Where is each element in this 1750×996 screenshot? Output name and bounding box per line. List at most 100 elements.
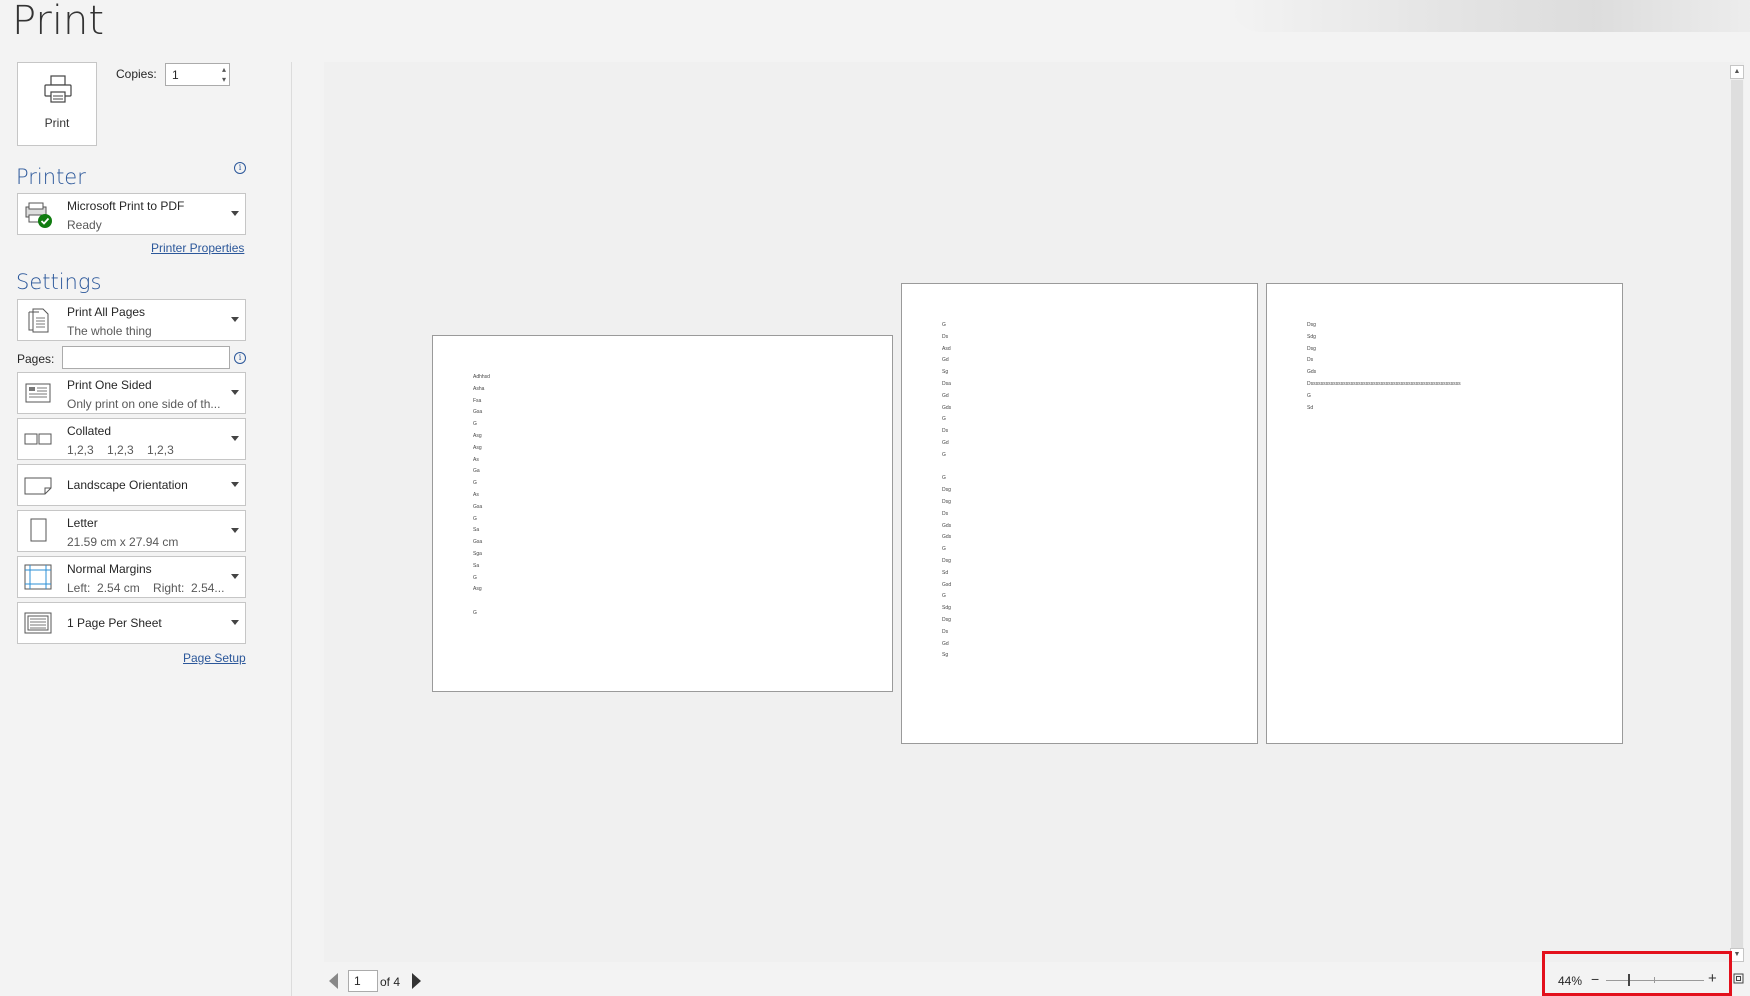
preview-text-line: As xyxy=(473,492,479,498)
page-count-label: of 4 xyxy=(380,975,401,989)
preview-text-line: G xyxy=(942,416,946,423)
preview-text-line: Dsg xyxy=(942,558,951,564)
collation-sub: 1,2,3 1,2,3 1,2,3 xyxy=(67,443,174,457)
preview-text-line: Gds xyxy=(1307,369,1317,376)
preview-text-line: G xyxy=(473,574,477,581)
preview-text-line: Gsa xyxy=(473,539,483,546)
printer-heading: Printer xyxy=(16,165,86,189)
preview-text-line: Ds xyxy=(1307,357,1314,364)
sides-label: Print One Sided xyxy=(67,378,152,392)
preview-text-line: Ashа xyxy=(473,385,485,392)
preview-text-line: As xyxy=(473,456,479,463)
chevron-down-icon xyxy=(231,574,239,579)
chevron-down-icon xyxy=(231,317,239,322)
chevron-down-icon xyxy=(231,620,239,625)
preview-text-line: Ds xyxy=(942,628,949,635)
pages-input[interactable] xyxy=(62,346,230,369)
preview-text-line: Gd xyxy=(942,392,949,399)
preview-text-line: Dsssssssssssssssssssssssssssssssssssssss… xyxy=(1307,381,1461,387)
print-pages-dropdown[interactable]: Print All Pages The whole thing xyxy=(17,299,246,341)
margins-icon xyxy=(24,564,52,590)
landscape-icon xyxy=(24,477,52,495)
copies-label: Copies: xyxy=(116,67,157,81)
print-button[interactable]: Print xyxy=(17,62,97,146)
preview-text-line: Sa xyxy=(473,562,480,569)
collation-dropdown[interactable]: Collated 1,2,3 1,2,3 1,2,3 xyxy=(17,418,246,460)
print-button-label: Print xyxy=(44,116,70,130)
zoom-in-button[interactable]: + xyxy=(1708,970,1717,987)
preview-text-line: G xyxy=(473,610,477,616)
decrement-icon[interactable]: ▾ xyxy=(222,76,226,84)
copies-stepper[interactable]: 1 ▴ ▾ xyxy=(165,63,230,86)
preview-text-line: Dsg xyxy=(1307,322,1316,328)
preview-text-line: Gsa xyxy=(473,503,483,510)
scroll-down-icon[interactable]: ▼ xyxy=(1730,948,1744,962)
margins-dropdown[interactable]: Normal Margins Left: 2.54 cm Right: 2.54… xyxy=(17,556,246,598)
chevron-down-icon xyxy=(231,390,239,395)
preview-text-line: G xyxy=(942,593,946,600)
preview-text-line: G xyxy=(473,515,477,522)
previous-page-icon[interactable] xyxy=(329,973,338,989)
zoom-to-page-icon[interactable] xyxy=(1733,973,1744,984)
printer-status: Ready xyxy=(67,218,102,232)
preview-text-line: Fsa xyxy=(473,397,482,404)
orientation-label: Landscape Orientation xyxy=(67,478,188,492)
preview-text-line: Asg xyxy=(473,586,482,593)
preview-text-line: G xyxy=(942,546,946,553)
preview-text-line: Sdg xyxy=(942,605,951,612)
orientation-dropdown[interactable]: Landscape Orientation xyxy=(17,464,246,506)
printer-dropdown[interactable]: Microsoft Print to PDF Ready xyxy=(17,193,246,235)
printer-properties-link[interactable]: Printer Properties xyxy=(151,241,244,255)
preview-text-line: Sdg xyxy=(1307,333,1316,340)
preview-text-line: Ga xyxy=(473,468,480,475)
preview-text-line: Asd xyxy=(942,345,951,352)
scroll-thumb[interactable] xyxy=(1731,80,1743,954)
pages-icon xyxy=(28,308,49,333)
scroll-up-icon[interactable]: ▲ xyxy=(1730,65,1744,79)
increment-icon[interactable]: ▴ xyxy=(222,66,226,74)
current-page-input[interactable]: 1 xyxy=(348,970,378,992)
printer-info-icon[interactable]: i xyxy=(234,162,246,174)
preview-text-line: Sd xyxy=(1307,404,1314,411)
panel-divider xyxy=(291,62,292,996)
preview-page-3: Dsg Sdg Dsg Ds Gds Dsssssssssssssssssssssssss… xyxy=(1266,283,1623,744)
preview-scrollbar[interactable]: ▲ ▼ xyxy=(1730,62,1744,962)
next-page-icon[interactable] xyxy=(412,973,421,989)
settings-heading: Settings xyxy=(16,270,102,294)
pages-per-sheet-label: 1 Page Per Sheet xyxy=(67,616,162,630)
pages-per-sheet-icon xyxy=(24,612,52,634)
preview-text-line: Dsg xyxy=(942,499,951,505)
zoom-percent[interactable]: 44% xyxy=(1558,974,1582,988)
pages-label: Pages: xyxy=(17,352,55,366)
preview-text-line: Dsg xyxy=(1307,345,1316,352)
preview-text-line: Dsa xyxy=(942,381,951,387)
preview-text-line: G xyxy=(942,322,946,328)
zoom-slider-thumb[interactable] xyxy=(1628,974,1630,986)
zoom-slider-track[interactable] xyxy=(1606,980,1704,981)
chevron-down-icon xyxy=(231,528,239,533)
preview-text-line: Asg xyxy=(473,433,482,439)
paper-size-dropdown[interactable]: Letter 21.59 cm x 27.94 cm xyxy=(17,510,246,552)
pages-info-icon[interactable]: i xyxy=(234,352,246,364)
margins-sub: Left: 2.54 cm Right: 2.54... xyxy=(67,581,225,595)
print-pages-sub: The whole thing xyxy=(67,324,152,338)
preview-text-line: Gsd xyxy=(942,581,952,588)
paper-size-sub: 21.59 cm x 27.94 cm xyxy=(67,535,179,549)
preview-text-line: Ds xyxy=(942,333,949,340)
chevron-down-icon xyxy=(231,436,239,441)
preview-text-line: Sd xyxy=(942,569,949,576)
preview-text-line: Gd xyxy=(942,440,949,446)
preview-text-line: G xyxy=(473,421,477,428)
preview-text-line: Gds xyxy=(942,522,952,529)
preview-text-line: Gd xyxy=(942,640,949,647)
printer-name: Microsoft Print to PDF xyxy=(67,199,185,213)
preview-text-line: Dsg xyxy=(942,617,951,623)
sides-dropdown[interactable]: Print One Sided Only print on one side o… xyxy=(17,372,246,414)
margins-label: Normal Margins xyxy=(67,562,152,576)
preview-text-line: G xyxy=(942,451,946,458)
page-setup-link[interactable]: Page Setup xyxy=(183,651,246,665)
zoom-out-button[interactable]: − xyxy=(1591,971,1599,987)
pages-per-sheet-dropdown[interactable]: 1 Page Per Sheet xyxy=(17,602,246,644)
preview-text-line: Gd xyxy=(942,357,949,364)
collation-label: Collated xyxy=(67,424,112,438)
